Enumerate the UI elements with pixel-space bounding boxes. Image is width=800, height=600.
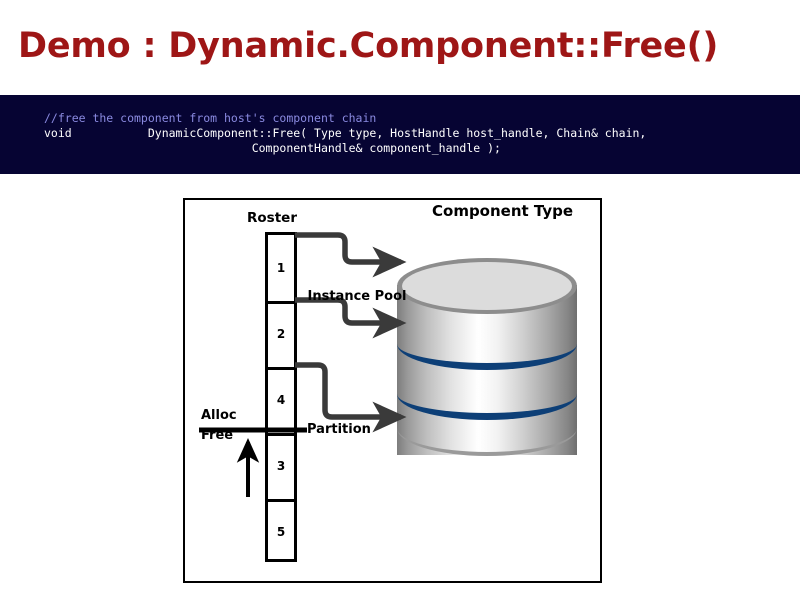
roster-cell: 2 [276,327,286,341]
architecture-diagram: Roster Component Type 1 2 4 3 5 Instance… [183,198,602,583]
roster-cell: 4 [276,393,286,407]
code-signature-line-2: ComponentHandle& component_handle ); [44,141,501,155]
connector-cell-4 [295,362,407,433]
code-comment-line: //free the component from host's compone… [44,111,377,125]
component-type-label: Component Type [432,202,574,220]
free-label: Free [201,428,234,443]
roster-cell: 5 [276,525,286,539]
alloc-label: Alloc [201,408,237,423]
roster-label: Roster [247,210,297,226]
code-signature-line-1: void DynamicComponent::Free( Type type, … [44,126,647,140]
code-block: //free the component from host's compone… [0,95,800,174]
connector-cell-1 [295,232,407,278]
cylinder-partition-band [397,318,577,370]
cylinder-partition-band [397,368,577,420]
partition-label: Partition [307,422,371,437]
code-listing: //free the component from host's compone… [0,95,800,156]
page-title: Demo : Dynamic.Component::Free() [18,26,719,66]
roster-cell: 3 [276,459,286,473]
instance-pool-label: Instance Pool [307,289,407,304]
roster-column: 1 2 4 3 5 [265,232,297,562]
